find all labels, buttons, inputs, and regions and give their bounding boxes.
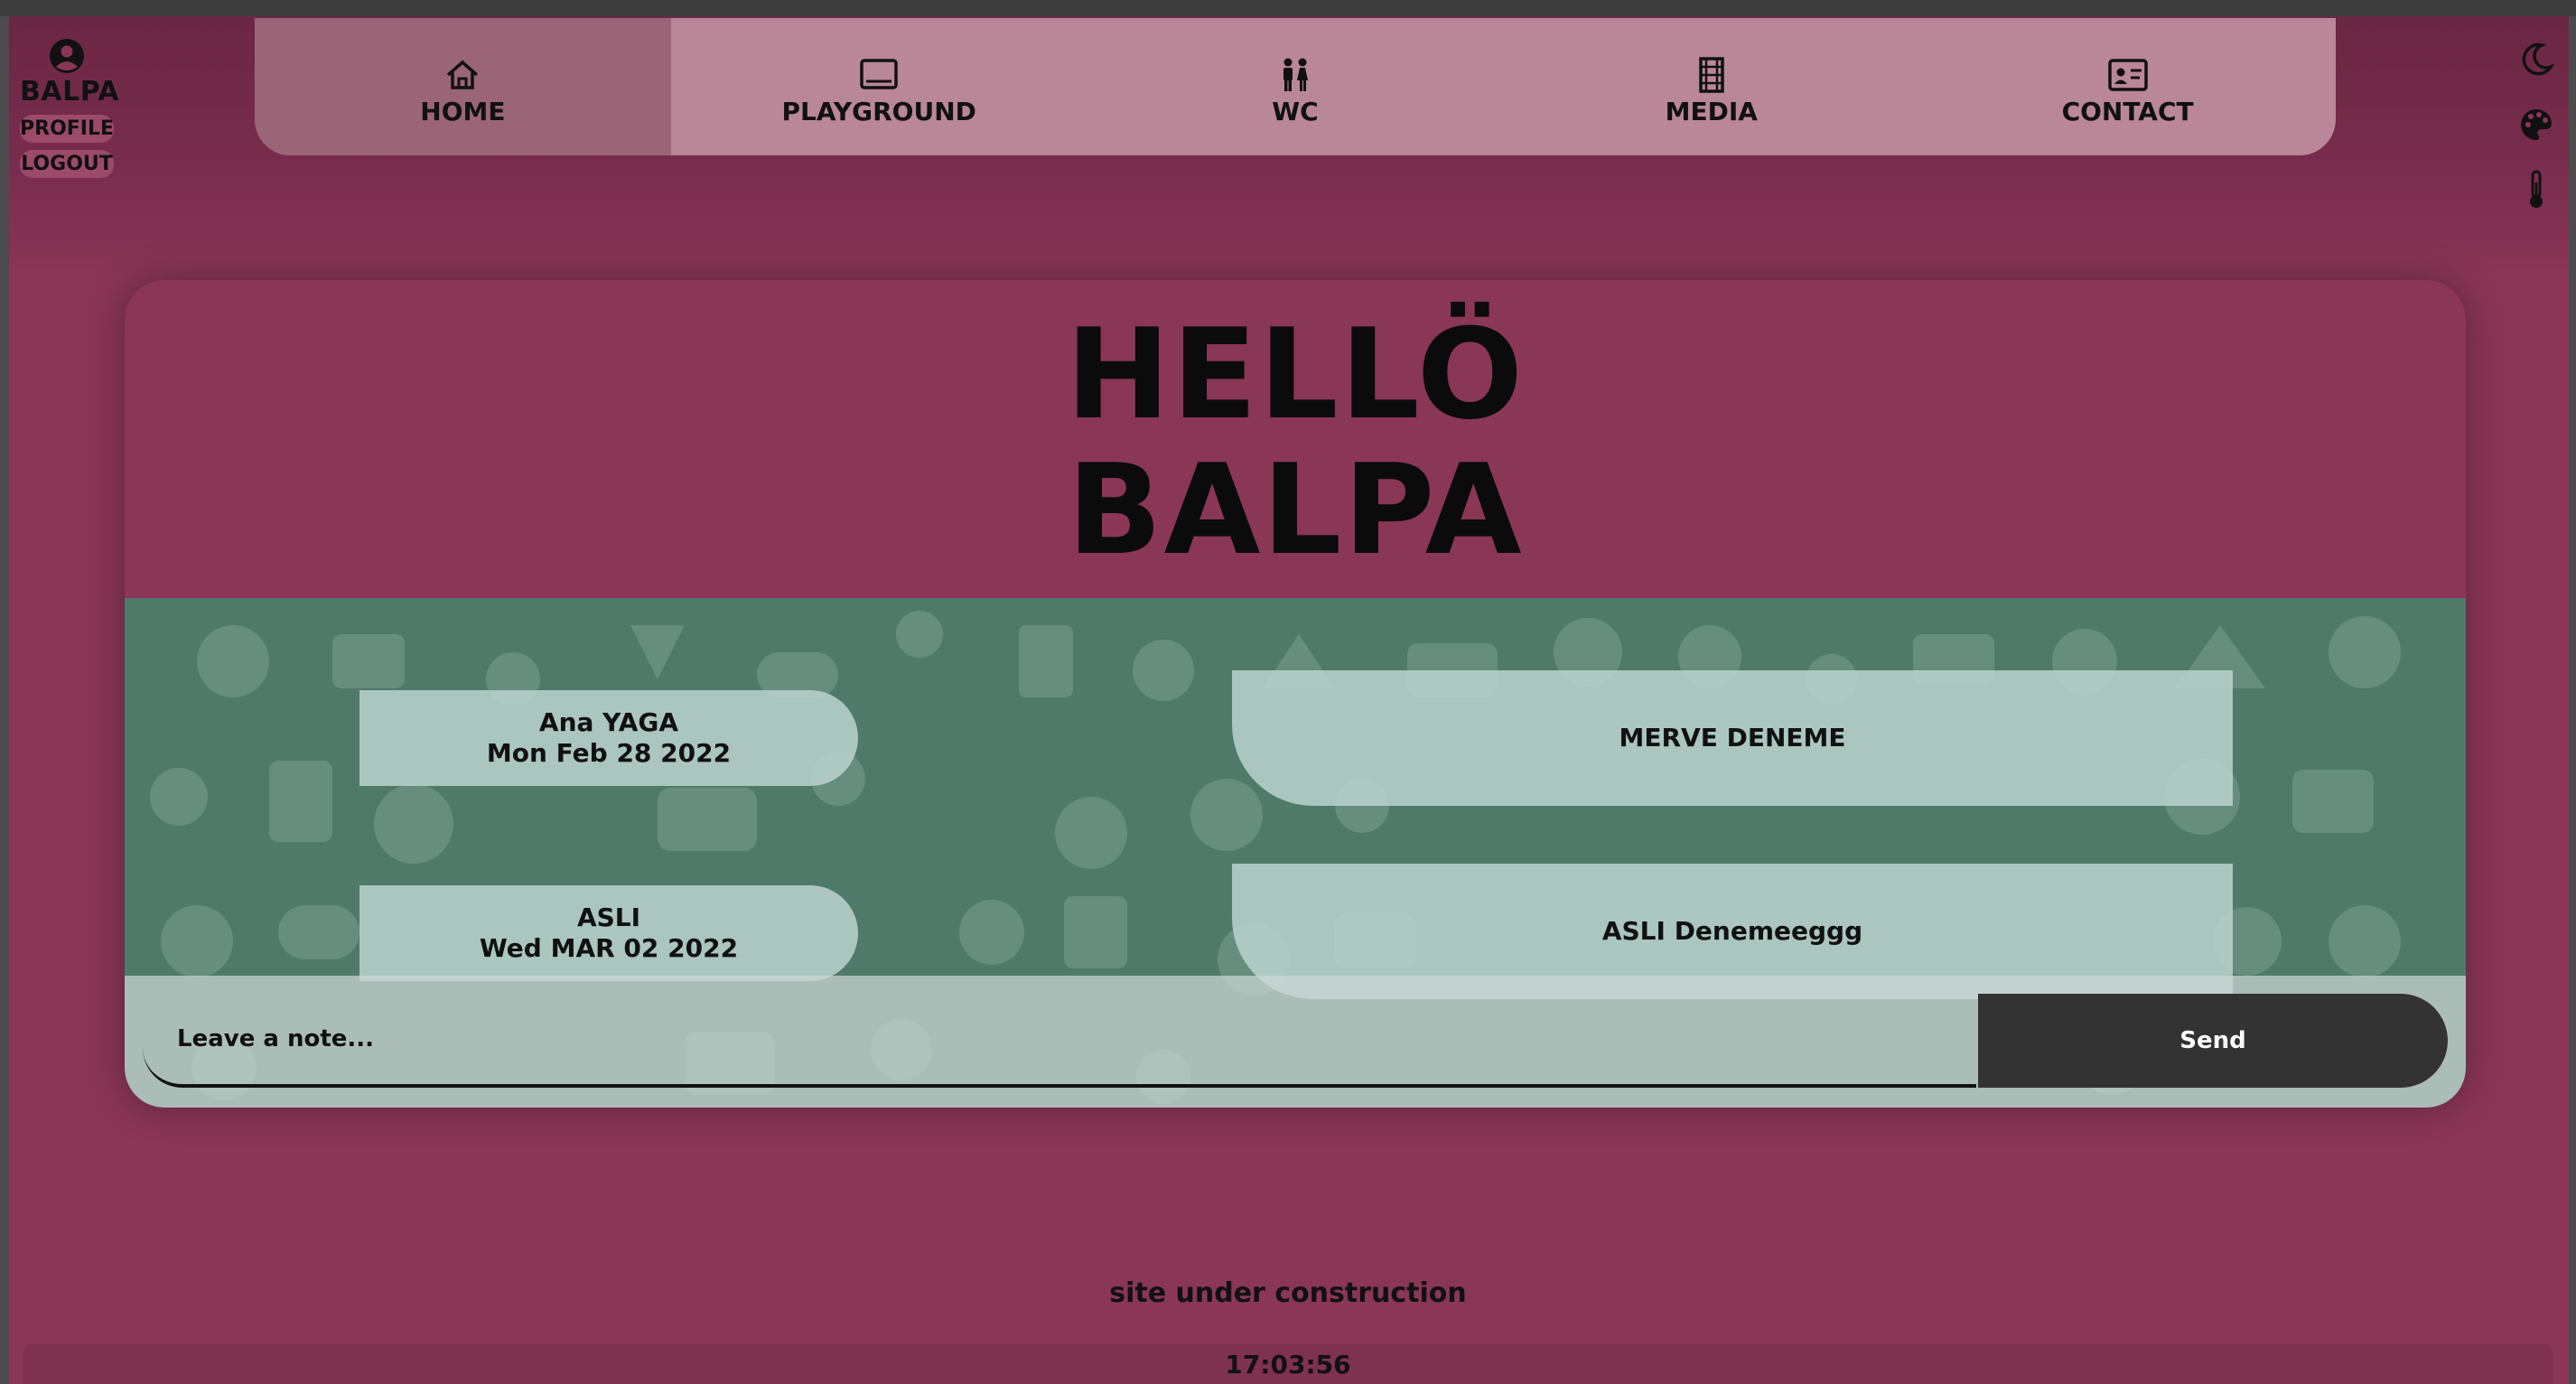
monitor-icon	[860, 58, 898, 89]
send-button[interactable]: Send	[1978, 994, 2448, 1088]
message-bubble-left: Ana YAGA Mon Feb 28 2022	[359, 690, 858, 786]
message-text: ASLI Denemeeggg	[1601, 916, 1863, 946]
nav-media-label: Media	[1665, 96, 1758, 126]
user-panel: BALPA PROFILE LOGOUT	[20, 38, 120, 178]
nav-contact[interactable]: CONTACT	[1919, 18, 2336, 155]
greeting-line-1: HELLÖ	[1065, 302, 1526, 447]
logout-link[interactable]: LOGOUT	[20, 150, 114, 178]
window-top-bar	[0, 0, 2576, 16]
username: BALPA	[20, 76, 120, 108]
restroom-icon	[1283, 58, 1308, 91]
profile-link[interactable]: PROFILE	[20, 115, 114, 143]
nav-wc-label: WC	[1272, 96, 1319, 126]
home-icon	[447, 60, 479, 89]
greeting: HELLÖ BALPA	[125, 307, 2466, 578]
side-toolbar	[2516, 40, 2556, 235]
message-author: ASLI	[576, 902, 641, 932]
message-date: Mon Feb 28 2022	[486, 738, 732, 768]
note-input[interactable]	[143, 994, 1976, 1088]
nav-home-label: Home	[420, 96, 506, 126]
message-bubble-left: ASLI Wed MAR 02 2022	[359, 885, 858, 981]
contact-card-icon	[2107, 58, 2148, 91]
user-avatar-icon[interactable]	[49, 38, 85, 74]
clock-time: 17:03:56	[1225, 1350, 1351, 1379]
film-icon	[1699, 56, 1724, 93]
main-card: HELLÖ BALPA Ana YAGA Mon Feb 28 2022 ASL…	[125, 280, 2466, 1108]
main-nav: Home PLAYGROUND WC Media	[255, 18, 2336, 155]
message-bubble-right: MERVE DENEME	[1232, 670, 2233, 806]
nav-playground[interactable]: PLAYGROUND	[671, 18, 1087, 155]
nav-contact-label: CONTACT	[2061, 96, 2194, 126]
greeting-line-2: BALPA	[1067, 437, 1524, 583]
window-left-edge	[0, 16, 9, 1384]
construction-notice: site under construction	[1109, 1277, 1467, 1309]
moon-icon[interactable]	[2516, 40, 2556, 79]
window-right-edge	[2569, 16, 2576, 1384]
thermometer-icon[interactable]	[2516, 170, 2556, 210]
nav-wc[interactable]: WC	[1087, 18, 1504, 155]
nav-media[interactable]: Media	[1503, 18, 1919, 155]
message-date: Wed MAR 02 2022	[479, 933, 739, 963]
message-author: Ana YAGA	[538, 707, 679, 737]
message-text: MERVE DENEME	[1619, 723, 1846, 753]
note-composer: Send	[125, 976, 2466, 1108]
nav-playground-label: PLAYGROUND	[781, 96, 976, 126]
nav-home[interactable]: Home	[255, 18, 671, 155]
palette-icon[interactable]	[2516, 105, 2556, 145]
